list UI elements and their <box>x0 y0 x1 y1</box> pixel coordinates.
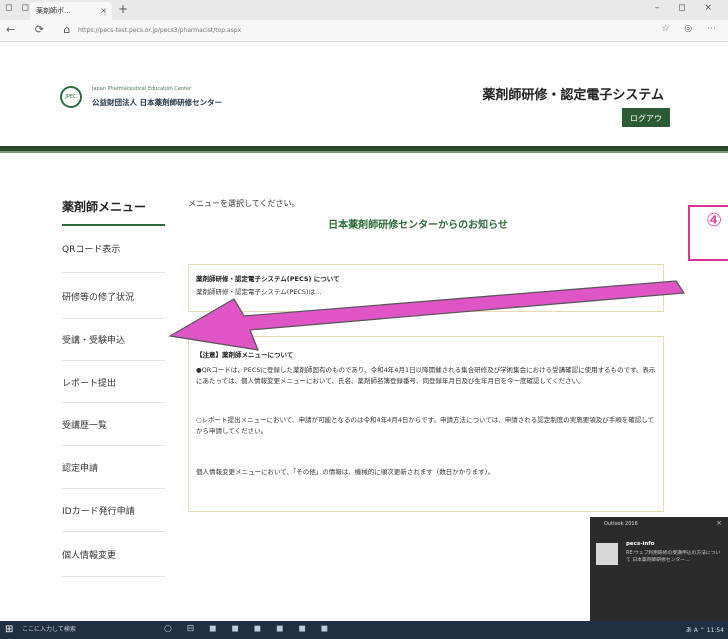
avatar <box>596 543 618 565</box>
system-tray[interactable]: あ A ⌃ 11:54 <box>686 625 724 634</box>
notification-toast[interactable]: Outlook 2016 × pecs-info RE:ウェブ利用研修の受講申込… <box>590 517 728 621</box>
start-icon[interactable]: ⊞ <box>5 624 13 635</box>
toast-close-icon[interactable]: × <box>716 519 722 527</box>
taskbar-app-icons[interactable]: ○ ⊟ ◼ ◼ ◼ ◼ ◼ ◼ <box>164 624 334 634</box>
taskbar: ⊞ ここに入力して検索 ○ ⊟ ◼ ◼ ◼ ◼ ◼ ◼ あ A ⌃ 11:54 <box>0 621 728 639</box>
toast-sender: pecs-info <box>626 541 655 547</box>
toast-body: RE:ウェブ利用研修の受講申込の方法について 日本薬剤師研修センター... <box>626 551 721 563</box>
taskbar-search[interactable]: ここに入力して検索 <box>22 624 76 633</box>
toast-app-name: Outlook 2016 <box>604 521 638 527</box>
